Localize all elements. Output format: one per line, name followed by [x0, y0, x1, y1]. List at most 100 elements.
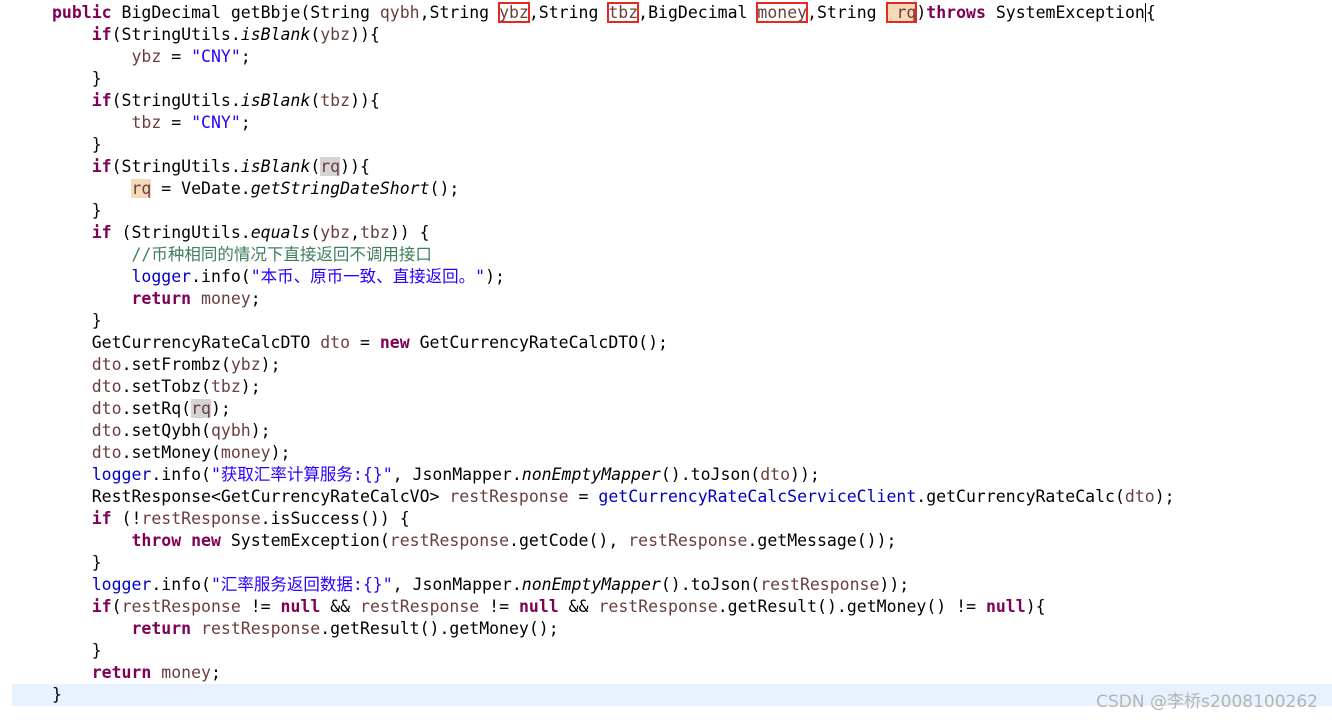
- code-token: );: [210, 399, 231, 418]
- code-token: restResponse: [201, 619, 321, 638]
- code-token: "本币、原币一致、直接返回。": [250, 267, 486, 286]
- code-token: dto: [91, 421, 122, 440]
- code-token: )) {: [389, 223, 430, 242]
- code-token: }: [91, 135, 102, 154]
- code-line[interactable]: ybz = "CNY";: [0, 46, 1332, 68]
- code-token: (!: [111, 509, 142, 528]
- code-token: .setQybh(: [121, 421, 211, 440]
- code-line[interactable]: return restResponse.getResult().getMoney…: [0, 618, 1332, 640]
- code-token: ): [916, 3, 927, 22]
- code-line[interactable]: if(StringUtils.isBlank(tbz)){: [0, 90, 1332, 112]
- code-line[interactable]: if(StringUtils.isBlank(ybz)){: [0, 24, 1332, 46]
- code-token: //币种相同的情况下直接返回不调用接口: [131, 245, 432, 264]
- code-line[interactable]: return money;: [0, 662, 1332, 684]
- code-line[interactable]: dto.setRq(rq);: [0, 398, 1332, 420]
- code-line[interactable]: rq = VeDate.getStringDateShort();: [0, 178, 1332, 200]
- code-line[interactable]: logger.info("获取汇率计算服务:{}", JsonMapper.no…: [0, 464, 1332, 486]
- code-line[interactable]: if(StringUtils.isBlank(rq)){: [0, 156, 1332, 178]
- code-line[interactable]: }: [0, 640, 1332, 662]
- code-token: nonEmptyMapper: [521, 465, 661, 484]
- code-line[interactable]: logger.info("本币、原币一致、直接返回。");: [0, 266, 1332, 288]
- code-line[interactable]: }: [0, 552, 1332, 574]
- code-token: }: [91, 201, 102, 220]
- code-token: );: [250, 421, 271, 440]
- code-line[interactable]: }: [0, 134, 1332, 156]
- code-token: }: [91, 553, 102, 572]
- code-line[interactable]: dto.setFrombz(ybz);: [0, 354, 1332, 376]
- code-token: .info(: [191, 267, 251, 286]
- code-token: );: [260, 355, 281, 374]
- code-line[interactable]: throw new SystemException(restResponse.g…: [0, 530, 1332, 552]
- code-token: rq: [131, 179, 152, 198]
- code-line[interactable]: if (StringUtils.equals(ybz,tbz)) {: [0, 222, 1332, 244]
- code-token: ,String: [807, 3, 887, 22]
- code-token: ybz: [320, 25, 351, 44]
- code-token: .setMoney(: [121, 443, 221, 462]
- code-line[interactable]: public BigDecimal getBbje(String qybh,St…: [0, 2, 1332, 24]
- code-token: }: [91, 69, 102, 88]
- code-token: dto: [760, 465, 791, 484]
- code-token: dto: [320, 333, 351, 352]
- watermark: CSDN @李桥s2008100262: [1096, 692, 1318, 712]
- code-line[interactable]: dto.setQybh(qybh);: [0, 420, 1332, 442]
- code-line[interactable]: return money;: [0, 288, 1332, 310]
- code-token: .info(: [151, 465, 211, 484]
- code-line[interactable]: }: [0, 310, 1332, 332]
- code-token: restResponse: [121, 597, 241, 616]
- code-line[interactable]: }: [0, 200, 1332, 222]
- code-token: return: [131, 619, 192, 638]
- code-token: tbz: [360, 223, 390, 242]
- code-token: qybh: [379, 3, 420, 22]
- code-line[interactable]: }: [0, 68, 1332, 90]
- code-token: .setRq(: [121, 399, 192, 418]
- code-token: isBlank: [240, 91, 311, 110]
- code-token: .getCurrencyRateCalc(: [916, 487, 1125, 506]
- code-line[interactable]: dto.setTobz(tbz);: [0, 376, 1332, 398]
- code-token: &&: [558, 597, 599, 616]
- code-token: restResponse: [628, 531, 748, 550]
- code-token: tbz: [320, 91, 351, 110]
- code-line[interactable]: logger.info("汇率服务返回数据:{}", JsonMapper.no…: [0, 574, 1332, 596]
- code-token: return: [131, 289, 192, 308]
- code-token: isBlank: [240, 157, 311, 176]
- code-token: isBlank: [240, 25, 311, 44]
- code-line[interactable]: dto.setMoney(money);: [0, 442, 1332, 464]
- code-token: ();: [429, 179, 460, 198]
- code-token: =: [350, 333, 380, 352]
- code-token: null: [519, 597, 559, 616]
- code-token: ,String: [528, 3, 609, 22]
- code-token: "汇率服务返回数据:{}": [210, 575, 393, 594]
- code-token: ));: [790, 465, 820, 484]
- code-line[interactable]: RestResponse<GetCurrencyRateCalcVO> rest…: [0, 486, 1332, 508]
- code-token: (StringUtils.: [111, 157, 241, 176]
- code-token: money: [220, 443, 271, 462]
- code-token: "CNY": [191, 47, 241, 66]
- code-line[interactable]: if (!restResponse.isSuccess()) {: [0, 508, 1332, 530]
- code-token: );: [485, 267, 505, 286]
- code-token: dto: [91, 443, 122, 462]
- code-token: GetCurrencyRateCalcDTO();: [409, 333, 668, 352]
- code-line[interactable]: tbz = "CNY";: [0, 112, 1332, 134]
- code-token: (StringUtils.: [111, 223, 251, 242]
- code-line[interactable]: //币种相同的情况下直接返回不调用接口: [0, 244, 1332, 266]
- code-token: RestResponse<GetCurrencyRateCalcVO>: [91, 487, 450, 506]
- code-token: &&: [320, 597, 361, 616]
- highlighted-parameter: rq: [885, 2, 918, 23]
- code-token: (StringUtils.: [111, 91, 241, 110]
- code-line[interactable]: if(restResponse != null && restResponse …: [0, 596, 1332, 618]
- code-token: null: [280, 597, 321, 616]
- code-token: equals: [250, 223, 311, 242]
- code-editor[interactable]: public BigDecimal getBbje(String qybh,St…: [0, 0, 1332, 720]
- code-line[interactable]: GetCurrencyRateCalcDTO dto = new GetCurr…: [0, 332, 1332, 354]
- code-token: qybh: [210, 421, 251, 440]
